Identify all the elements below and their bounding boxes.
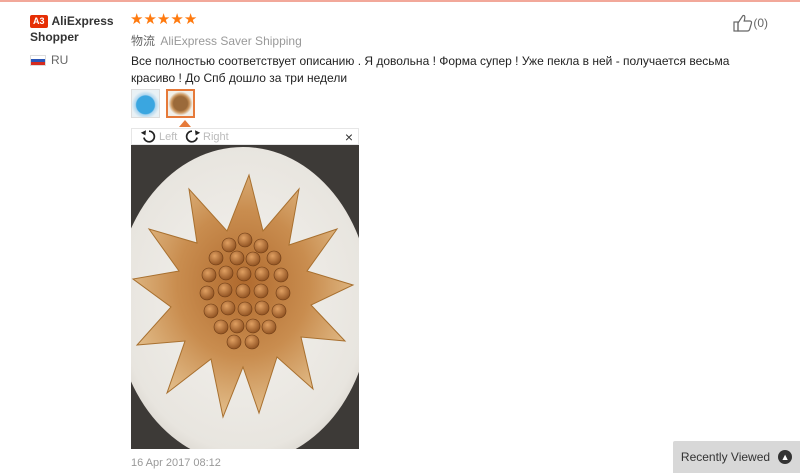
review-text: Все полностью соответствует описанию . Я… [131, 54, 730, 85]
review-date: 16 Apr 2017 08:12 [131, 457, 221, 469]
chevron-up-icon: ▲ [778, 450, 793, 464]
active-thumbnail-pointer [179, 120, 191, 127]
review-thumbnails [131, 89, 201, 118]
star-icon: ★ [170, 11, 184, 28]
photo-viewer-toolbar: Left Right × [131, 128, 359, 145]
recently-viewed-button[interactable]: Recently Viewed ▲ [673, 441, 800, 473]
rotate-right-icon [185, 130, 201, 143]
thumbs-up-icon [733, 14, 753, 32]
helpful-button[interactable]: (0) [733, 14, 768, 32]
shipping-method: AliExpress Saver Shipping [160, 34, 302, 48]
rotate-left-button[interactable]: Left [140, 129, 177, 144]
rating-stars: ★ ★ ★ ★ ★ [130, 12, 197, 27]
country-code: RU [51, 53, 69, 67]
shipping-info: 物流 AliExpress Saver Shipping [131, 32, 302, 49]
rotate-right-label: Right [203, 130, 229, 143]
rotate-left-label: Left [159, 130, 178, 143]
close-viewer-button[interactable]: × [345, 129, 353, 145]
review-photo-thumbnail-active[interactable] [166, 89, 195, 118]
star-icon: ★ [156, 11, 171, 28]
level-badge: A3 [30, 15, 48, 28]
review-photo-thumbnail[interactable] [131, 89, 160, 118]
reviewer-country: RU [30, 53, 125, 67]
rotate-right-button[interactable]: Right [184, 129, 229, 144]
pie-photo-image [131, 145, 359, 449]
star-icon: ★ [130, 11, 144, 28]
russia-flag-icon [30, 54, 46, 66]
shipping-label: 物流 [131, 34, 156, 48]
reviewer-info: A3 AliExpress Shopper RU [30, 13, 125, 67]
top-divider [0, 0, 800, 2]
rotate-left-icon [140, 130, 156, 143]
review-photo-large [131, 145, 359, 449]
star-icon: ★ [183, 11, 198, 28]
star-icon: ★ [143, 11, 157, 28]
recently-viewed-label: Recently Viewed [680, 450, 771, 464]
reviewer-name[interactable]: A3 AliExpress Shopper [30, 13, 125, 45]
helpful-count: (0) [753, 16, 768, 30]
